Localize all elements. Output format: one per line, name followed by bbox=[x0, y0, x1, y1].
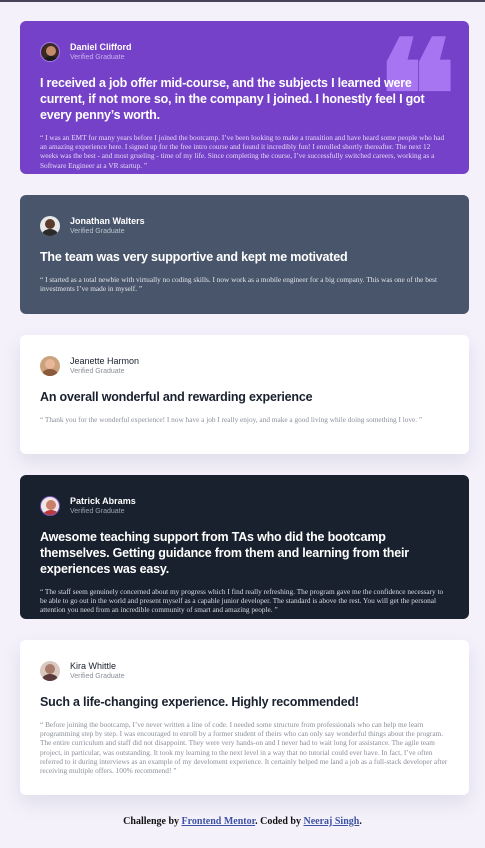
card-header: Jeanette Harmon Verified Graduate bbox=[40, 355, 449, 377]
testimonial-card-jonathan: Jonathan Walters Verified Graduate The t… bbox=[20, 195, 469, 314]
author-role: Verified Graduate bbox=[70, 673, 125, 680]
testimonial-title: Such a life-changing experience. Highly … bbox=[40, 695, 359, 709]
testimonial-body: “ Thank you for the wonderful experience… bbox=[40, 415, 423, 424]
top-border bbox=[0, 0, 485, 2]
avatar-jeanette-icon bbox=[40, 356, 60, 376]
avatar-daniel-icon bbox=[40, 42, 60, 62]
card-header: Kira Whittle Verified Graduate bbox=[40, 660, 449, 682]
author-role: Verified Graduate bbox=[70, 508, 125, 515]
testimonial-card-patrick: Patrick Abrams Verified Graduate Awesome… bbox=[20, 475, 469, 619]
avatar-kira-icon bbox=[40, 661, 60, 681]
testimonial-body: “ The staff seem genuinely concerned abo… bbox=[40, 587, 444, 615]
footer-prefix: Challenge by bbox=[123, 816, 182, 827]
testimonial-title: An overall wonderful and rewarding exper… bbox=[40, 390, 313, 404]
testimonial-title: The team was very supportive and kept me… bbox=[40, 250, 348, 264]
footer-middle: . Coded by bbox=[255, 816, 304, 827]
testimonial-title: I received a job offer mid-course, and t… bbox=[40, 76, 425, 122]
attribution-footer: Challenge by Frontend Mentor. Coded by N… bbox=[0, 816, 485, 827]
testimonial-card-jeanette: Jeanette Harmon Verified Graduate An ove… bbox=[20, 335, 469, 454]
testimonial-body: “ I started as a total newbie with virtu… bbox=[40, 275, 437, 294]
author-link[interactable]: Neeraj Singh bbox=[303, 816, 359, 827]
testimonial-card-daniel: ❝ Daniel Clifford Verified Graduate I re… bbox=[20, 21, 469, 174]
author-name: Kira Whittle bbox=[70, 661, 117, 671]
card-header: Daniel Clifford Verified Graduate bbox=[40, 41, 449, 63]
author-name: Patrick Abrams bbox=[70, 496, 136, 506]
avatar-patrick-icon bbox=[40, 496, 60, 516]
avatar-jonathan-icon bbox=[40, 216, 60, 236]
author-name: Jonathan Walters bbox=[70, 216, 145, 226]
testimonial-card-kira: Kira Whittle Verified Graduate Such a li… bbox=[20, 640, 469, 795]
author-name: Daniel Clifford bbox=[70, 42, 132, 52]
card-header: Patrick Abrams Verified Graduate bbox=[40, 495, 449, 517]
card-header: Jonathan Walters Verified Graduate bbox=[40, 215, 449, 237]
testimonial-body: “ Before joining the bootcamp, I’ve neve… bbox=[40, 720, 448, 776]
frontend-mentor-link[interactable]: Frontend Mentor bbox=[182, 816, 256, 827]
author-role: Verified Graduate bbox=[70, 54, 125, 61]
author-role: Verified Graduate bbox=[70, 228, 125, 235]
footer-suffix: . bbox=[359, 816, 362, 827]
testimonial-body: “ I was an EMT for many years before I j… bbox=[40, 133, 445, 170]
testimonial-title: Awesome teaching support from TAs who di… bbox=[40, 530, 409, 576]
author-name: Jeanette Harmon bbox=[70, 356, 140, 366]
author-role: Verified Graduate bbox=[70, 368, 125, 375]
